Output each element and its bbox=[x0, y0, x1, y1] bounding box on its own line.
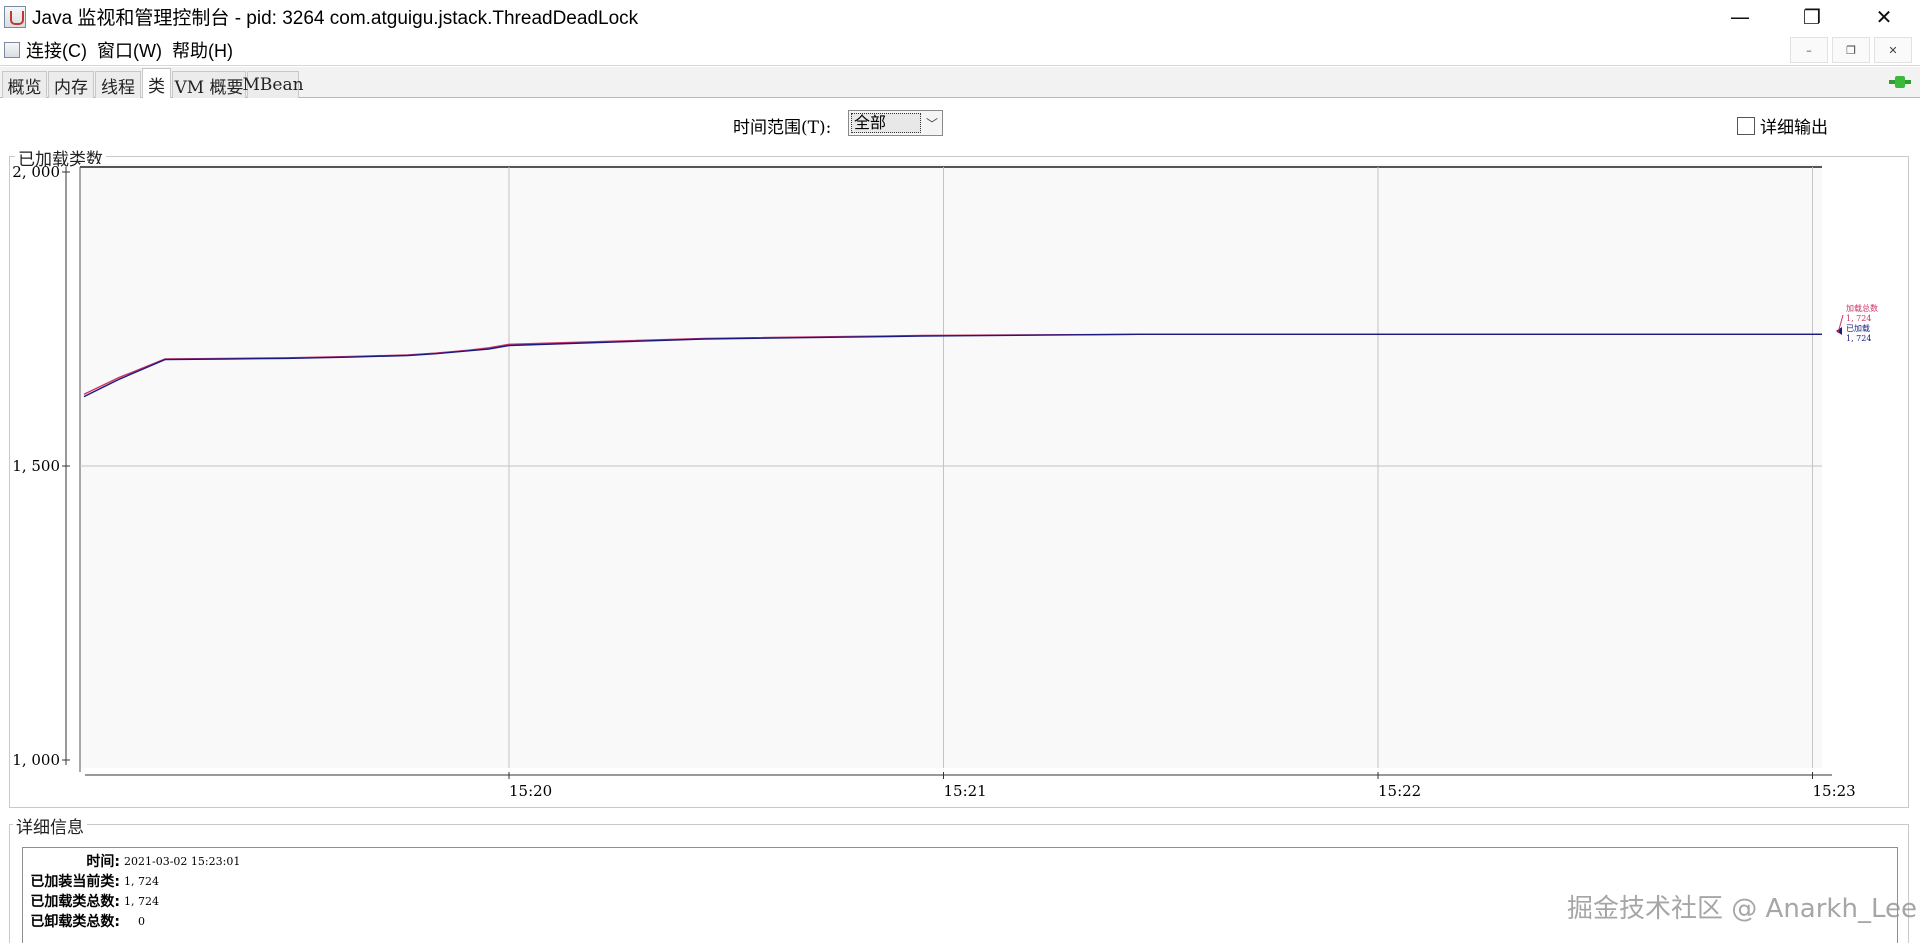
detail-label: 已加装当前类: bbox=[30, 874, 120, 890]
menu-connection[interactable]: 连接(C) bbox=[26, 37, 87, 63]
internal-minimize-button[interactable]: – bbox=[1790, 37, 1828, 63]
x-tick-label: 15:22 bbox=[1378, 782, 1421, 800]
maximize-button[interactable]: ❐ bbox=[1776, 0, 1848, 33]
java-app-icon bbox=[4, 41, 20, 58]
window-controls: — ❐ ✕ bbox=[1704, 0, 1920, 33]
loaded-classes-chart: 2, 000 1, 500 1, 000 15:20 15:21 15:22 15:23 加载… bbox=[12, 163, 1878, 800]
tab-threads[interactable]: 线程 bbox=[95, 71, 141, 98]
detail-row-total-unloaded: 已卸载类总数: 0 bbox=[23, 912, 145, 930]
tab-overview[interactable]: 概览 bbox=[2, 71, 47, 98]
minimize-button[interactable]: — bbox=[1704, 0, 1776, 33]
y-tick-label: 1, 500 bbox=[12, 457, 60, 475]
tab-mbean[interactable]: MBean bbox=[242, 71, 304, 98]
details-title: 详细信息 bbox=[13, 813, 87, 838]
detail-value: 1, 724 bbox=[124, 874, 159, 888]
detail-value: 1, 724 bbox=[124, 894, 159, 908]
close-button[interactable]: ✕ bbox=[1848, 0, 1920, 33]
menu-bar: 连接(C) 窗口(W) 帮助(H) – ❐ ✕ bbox=[0, 34, 1920, 66]
menu-window[interactable]: 窗口(W) bbox=[97, 37, 162, 63]
menu-help[interactable]: 帮助(H) bbox=[172, 37, 233, 63]
detail-value: 0 bbox=[138, 914, 145, 928]
y-tick-label: 2, 000 bbox=[12, 163, 60, 181]
title-bar: Java 监视和管理控制台 - pid: 3264 com.atguigu.js… bbox=[0, 0, 1920, 33]
detail-label: 已卸载类总数: bbox=[30, 914, 120, 930]
detail-label: 已加载类总数: bbox=[30, 894, 120, 910]
detail-row-current-loaded: 已加装当前类: 1, 724 bbox=[23, 872, 159, 890]
internal-frame-controls: – ❐ ✕ bbox=[1790, 37, 1912, 63]
legend-series-name: 加载总数 bbox=[1846, 303, 1878, 313]
detail-label: 时间: bbox=[86, 854, 120, 870]
tab-memory[interactable]: 内存 bbox=[48, 71, 94, 98]
detail-value: 2021-03-02 15:23:01 bbox=[124, 854, 241, 868]
internal-close-button[interactable]: ✕ bbox=[1874, 37, 1912, 63]
y-tick-label: 1, 000 bbox=[12, 751, 60, 769]
internal-restore-button[interactable]: ❐ bbox=[1832, 37, 1870, 63]
connection-status-icon bbox=[1889, 76, 1911, 88]
tab-strip: 概览 内存 线程 类 VM 概要 MBean bbox=[0, 67, 1920, 99]
legend-series-value: 1, 724 bbox=[1846, 314, 1871, 323]
java-app-icon bbox=[4, 5, 26, 28]
legend-series-value: 1, 724 bbox=[1846, 334, 1871, 343]
detail-row-time: 时间: 2021-03-02 15:23:01 bbox=[23, 852, 240, 870]
classes-panel: 时间范围(T): 全部 ﹀ 详细输出 已加载类数 2, 000 1, 500 1, … bbox=[0, 98, 1920, 943]
detail-row-total-loaded: 已加载类总数: 1, 724 bbox=[23, 892, 159, 910]
x-tick-label: 15:21 bbox=[944, 782, 987, 800]
watermark-text: 掘金技术社区 @ Anarkh_Lee bbox=[1567, 894, 1917, 924]
x-tick-label: 15:23 bbox=[1813, 782, 1856, 800]
x-tick-label: 15:20 bbox=[509, 782, 552, 800]
tab-classes[interactable]: 类 bbox=[142, 68, 171, 99]
tab-vm-summary[interactable]: VM 概要 bbox=[172, 71, 246, 98]
legend-series-name: 已加载 bbox=[1846, 323, 1870, 333]
window-title: Java 监视和管理控制台 - pid: 3264 com.atguigu.js… bbox=[32, 8, 639, 29]
